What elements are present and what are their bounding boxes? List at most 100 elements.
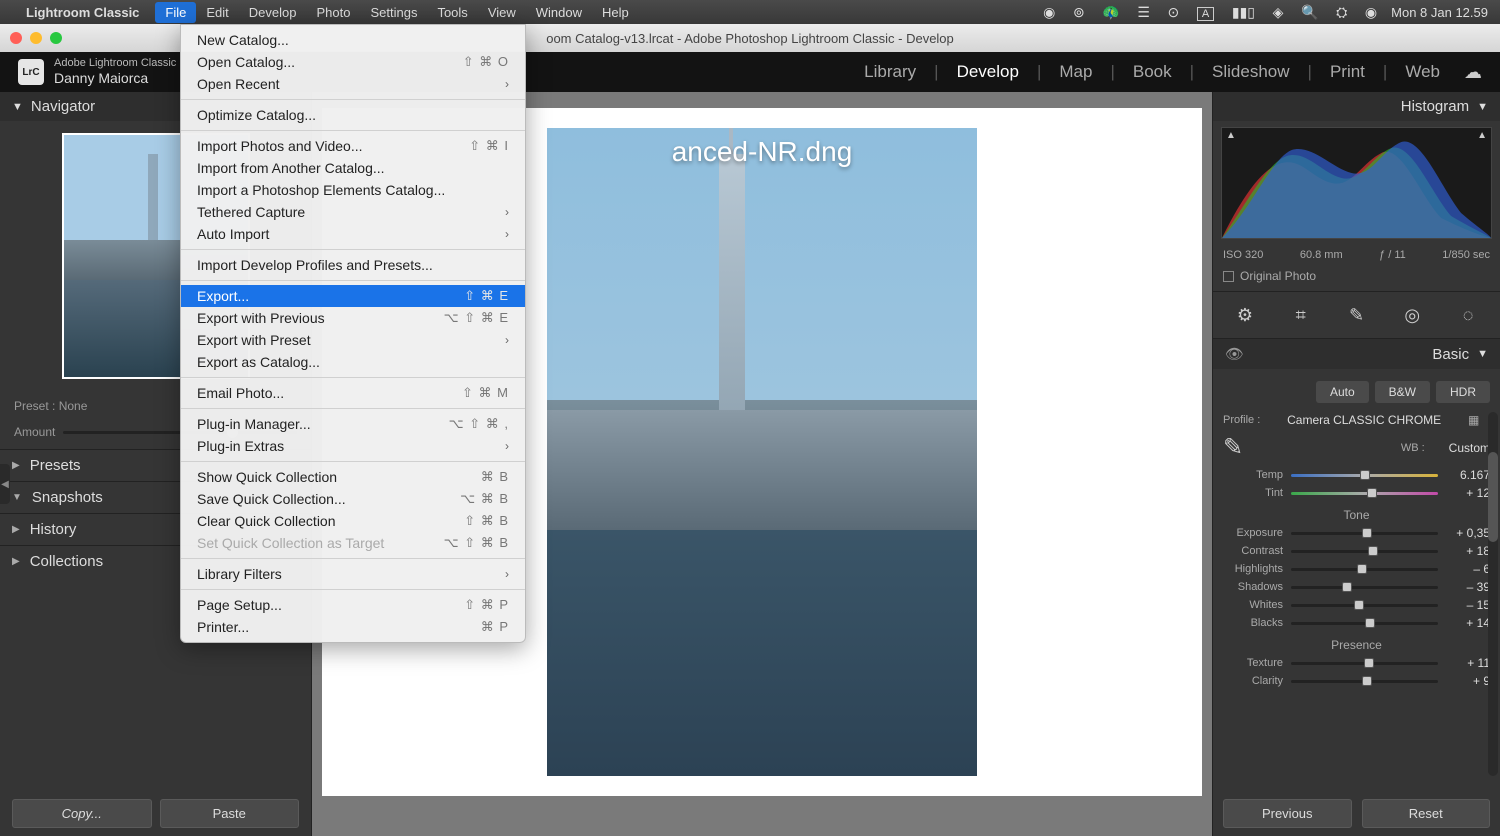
siri-icon[interactable]: ◉	[1365, 4, 1377, 20]
module-library[interactable]: Library	[864, 62, 916, 82]
datetime[interactable]: Mon 8 Jan 12.59	[1391, 5, 1488, 20]
module-slideshow[interactable]: Slideshow	[1212, 62, 1290, 82]
left-panel-toggle[interactable]: ◀	[0, 464, 10, 504]
product-name: Adobe Lightroom Classic	[54, 57, 176, 70]
basic-header[interactable]: 👁 Basic ▼	[1213, 339, 1500, 369]
menu-item[interactable]: Import Photos and Video...⇧ ⌘ I	[181, 135, 525, 157]
histogram-title: Histogram	[1401, 98, 1469, 115]
menu-item[interactable]: Export...⇧ ⌘ E	[181, 285, 525, 307]
close-window-icon[interactable]	[10, 32, 22, 44]
slider-whites: Whites– 15	[1223, 598, 1490, 612]
slider-track[interactable]	[1291, 622, 1438, 625]
menu-develop[interactable]: Develop	[239, 2, 307, 23]
menu-file[interactable]: File	[155, 2, 196, 23]
slider-track[interactable]	[1291, 532, 1438, 535]
battery-icon[interactable]: ▮▮▯	[1232, 4, 1255, 20]
menu-item[interactable]: Import a Photoshop Elements Catalog...	[181, 179, 525, 201]
previous-button[interactable]: Previous	[1223, 799, 1352, 828]
menu-item[interactable]: Import Develop Profiles and Presets...	[181, 254, 525, 276]
menu-item[interactable]: Export with Preset›	[181, 329, 525, 351]
menu-item[interactable]: Clear Quick Collection⇧ ⌘ B	[181, 510, 525, 532]
original-photo-checkbox[interactable]	[1223, 271, 1234, 282]
menu-item[interactable]: Open Catalog...⇧ ⌘ O	[181, 51, 525, 73]
menu-item[interactable]: Plug-in Manager...⌥ ⇧ ⌘ ,	[181, 413, 525, 435]
photo-preview[interactable]: anced-NR.dng	[547, 128, 977, 776]
module-map[interactable]: Map	[1059, 62, 1092, 82]
module-web[interactable]: Web	[1405, 62, 1440, 82]
edit-sliders-icon[interactable]: ⚙	[1230, 300, 1260, 330]
wifi-icon[interactable]: ◈	[1273, 4, 1284, 20]
slider-tint: Tint+ 12	[1223, 486, 1490, 500]
preset-value[interactable]: None	[59, 399, 88, 413]
hdr-button[interactable]: HDR	[1436, 381, 1490, 403]
menu-item[interactable]: Show Quick Collection⌘ B	[181, 466, 525, 488]
menu-item[interactable]: Save Quick Collection...⌥ ⌘ B	[181, 488, 525, 510]
play-icon[interactable]: ⊙	[1168, 4, 1180, 20]
menu-item[interactable]: Open Recent›	[181, 73, 525, 95]
redeye-icon[interactable]: ◎	[1397, 300, 1427, 330]
record-icon[interactable]: ◉	[1043, 4, 1055, 20]
menu-item[interactable]: Library Filters›	[181, 563, 525, 585]
slider-track[interactable]	[1291, 604, 1438, 607]
minimize-window-icon[interactable]	[30, 32, 42, 44]
menu-view[interactable]: View	[478, 2, 526, 23]
menu-edit[interactable]: Edit	[196, 2, 238, 23]
menu-item[interactable]: Tethered Capture›	[181, 201, 525, 223]
slider-track[interactable]	[1291, 474, 1438, 477]
module-print[interactable]: Print	[1330, 62, 1365, 82]
histogram-header[interactable]: Histogram ▼	[1213, 92, 1500, 121]
mask-icon[interactable]: ◌	[1453, 300, 1483, 330]
shutter-value: 1/850 sec	[1442, 249, 1490, 261]
profile-value[interactable]: Camera CLASSIC CHROME	[1287, 413, 1441, 427]
wb-value[interactable]: Custom	[1449, 441, 1490, 455]
eyedropper-icon[interactable]: ✎	[1223, 433, 1243, 462]
bw-button[interactable]: B&W	[1375, 381, 1430, 403]
slider-track[interactable]	[1291, 492, 1438, 495]
reset-button[interactable]: Reset	[1362, 799, 1491, 828]
crop-icon[interactable]: ⌗	[1286, 300, 1316, 330]
control-center-icon[interactable]: ⛭	[1336, 4, 1347, 20]
cc-icon[interactable]: ⊚	[1073, 4, 1085, 20]
menu-item[interactable]: Page Setup...⇧ ⌘ P	[181, 594, 525, 616]
auto-button[interactable]: Auto	[1316, 381, 1369, 403]
app-menu-title[interactable]: Lightroom Classic	[26, 5, 139, 20]
menu-window[interactable]: Window	[526, 2, 592, 23]
heal-icon[interactable]: ✎	[1341, 300, 1371, 330]
cloud-icon[interactable]: ☁	[1464, 62, 1482, 83]
menu-item[interactable]: Plug-in Extras›	[181, 435, 525, 457]
nbc-icon[interactable]: 🦚	[1102, 4, 1119, 20]
slider-track[interactable]	[1291, 680, 1438, 683]
menu-item[interactable]: Auto Import›	[181, 223, 525, 245]
eye-icon[interactable]: 👁	[1225, 345, 1244, 363]
menu-item[interactable]: Printer...⌘ P	[181, 616, 525, 638]
slider-track[interactable]	[1291, 568, 1438, 571]
maximize-window-icon[interactable]	[50, 32, 62, 44]
menu-item[interactable]: Export as Catalog...	[181, 351, 525, 373]
module-book[interactable]: Book	[1133, 62, 1172, 82]
menu-item[interactable]: Import from Another Catalog...	[181, 157, 525, 179]
status-icons: ◉ ⊚ 🦚 ☰ ⊙ A ▮▮▯ ◈ 🔍 ⛭ ◉	[1029, 4, 1377, 21]
keyboard-icon[interactable]: A	[1197, 7, 1214, 21]
spotlight-icon[interactable]: 🔍	[1301, 4, 1318, 20]
menu-settings[interactable]: Settings	[360, 2, 427, 23]
stack-icon[interactable]: ☰	[1137, 4, 1150, 20]
clip-white-icon[interactable]: ▲	[1477, 130, 1487, 141]
profile-browser-icon[interactable]: ▦	[1468, 413, 1490, 427]
histogram[interactable]: ▲ ▲	[1221, 127, 1492, 239]
menu-item[interactable]: Email Photo...⇧ ⌘ M	[181, 382, 525, 404]
menu-item[interactable]: Optimize Catalog...	[181, 104, 525, 126]
menu-help[interactable]: Help	[592, 2, 639, 23]
menu-item[interactable]: Export with Previous⌥ ⇧ ⌘ E	[181, 307, 525, 329]
menu-tools[interactable]: Tools	[427, 2, 477, 23]
module-develop[interactable]: Develop	[957, 62, 1019, 82]
clip-black-icon[interactable]: ▲	[1226, 130, 1236, 141]
right-scrollbar[interactable]	[1488, 412, 1498, 776]
slider-track[interactable]	[1291, 550, 1438, 553]
slider-track[interactable]	[1291, 586, 1438, 589]
slider-track[interactable]	[1291, 662, 1438, 665]
slider-clarity: Clarity+ 9	[1223, 674, 1490, 688]
copy-button[interactable]: Copy...	[12, 799, 152, 828]
paste-button[interactable]: Paste	[160, 799, 300, 828]
menu-photo[interactable]: Photo	[306, 2, 360, 23]
menu-item[interactable]: New Catalog...	[181, 29, 525, 51]
